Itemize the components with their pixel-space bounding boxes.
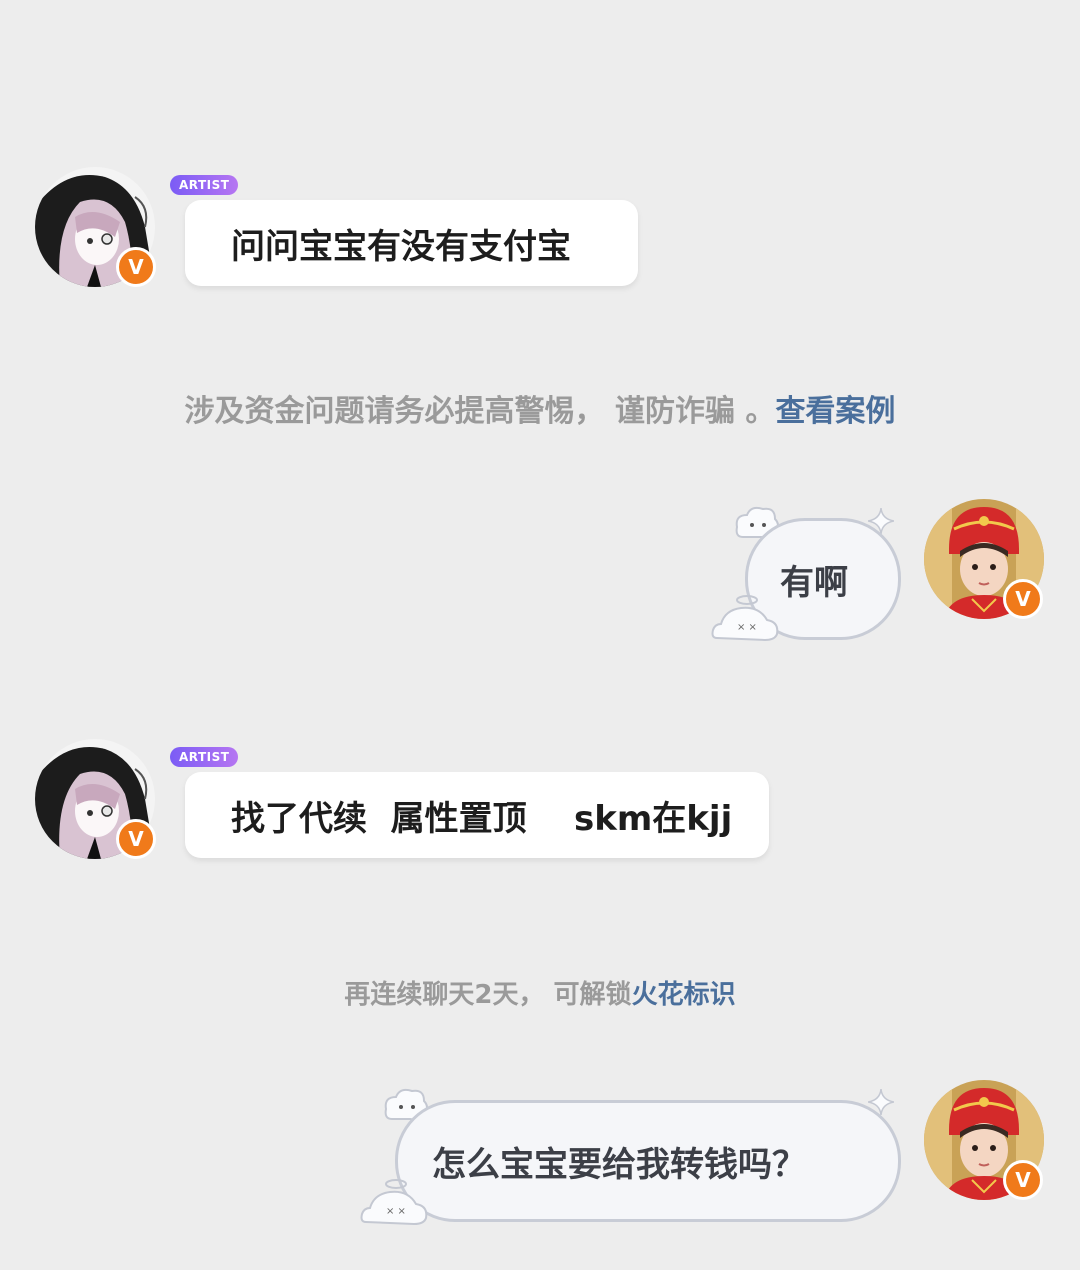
- message-bubble-incoming[interactable]: 问问宝宝有没有支付宝: [185, 200, 638, 286]
- view-cases-link[interactable]: 查看案例: [775, 394, 895, 429]
- message-bubble-incoming[interactable]: 找了代续 属性置顶 skm在kjj: [185, 772, 769, 858]
- fraud-warning-text: 涉及资金问题请务必提高警惕， 谨防诈骗 。: [184, 394, 776, 429]
- verified-badge-icon: V: [1003, 1160, 1043, 1200]
- avatar-self[interactable]: V: [924, 499, 1044, 619]
- verified-badge-icon: V: [1003, 579, 1043, 619]
- avatar-self[interactable]: V: [924, 1080, 1044, 1200]
- verified-badge-icon: V: [116, 247, 156, 287]
- avatar-other[interactable]: V: [35, 167, 156, 287]
- streak-notice: 再连续聊天2天， 可解锁火花标识: [0, 974, 1080, 1011]
- artist-badge: ARTIST: [170, 747, 239, 767]
- svg-text:× ×: × ×: [737, 622, 757, 633]
- verified-badge-icon: V: [116, 819, 156, 859]
- avatar-other[interactable]: V: [35, 739, 156, 859]
- streak-notice-text: 再连续聊天2天， 可解锁: [344, 980, 632, 1010]
- spark-badge-link[interactable]: 火花标识: [632, 980, 736, 1010]
- ghost-sticker-icon: × ×: [711, 595, 779, 642]
- svg-text:× ×: × ×: [386, 1206, 406, 1217]
- artist-badge: ARTIST: [170, 175, 239, 195]
- ghost-sticker-icon: × ×: [360, 1179, 428, 1226]
- fraud-warning-notice: 涉及资金问题请务必提高警惕， 谨防诈骗 。查看案例: [0, 386, 1080, 430]
- message-bubble-outgoing[interactable]: 怎么宝宝要给我转钱吗？: [395, 1100, 901, 1222]
